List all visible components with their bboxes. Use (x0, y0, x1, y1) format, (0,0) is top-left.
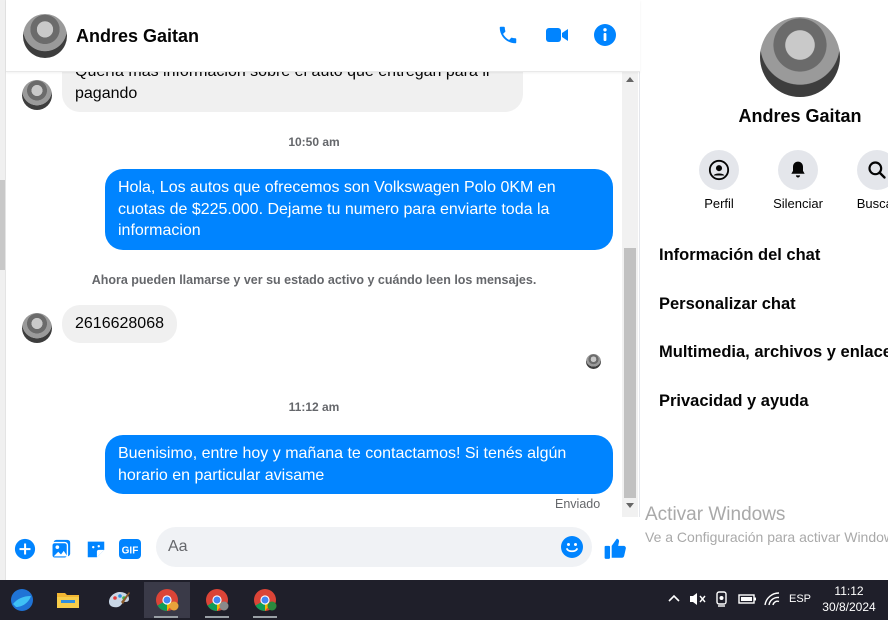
meet-now-icon[interactable] (714, 591, 730, 610)
message-text: 2616628068 (75, 315, 164, 332)
message-text-line: pagando (75, 84, 138, 102)
message-text-line: cuotas de $225.000. Dejame tu numero par… (118, 200, 550, 218)
scroll-up-arrow-icon[interactable] (626, 77, 634, 82)
windows-taskbar: ESP 11:12 30/8/2024 (0, 580, 888, 620)
menu-customize-chat[interactable]: Personalizar chat (659, 295, 796, 314)
activate-windows-watermark: Activar Windows Ve a Configuración para … (645, 504, 888, 545)
video-camera-icon[interactable] (544, 22, 570, 48)
speaker-muted-icon[interactable] (689, 591, 707, 610)
contact-avatar-small[interactable] (22, 80, 52, 110)
search-action[interactable]: Buscar (837, 150, 888, 211)
message-text-line: Buenisimo, entre hoy y mañana te contact… (118, 445, 567, 462)
system-clock[interactable]: 11:12 30/8/2024 (816, 583, 882, 615)
outgoing-message[interactable]: Hola, Los autos que ofrecemos son Volksw… (105, 169, 613, 250)
chat-details-panel: Andres Gaitan Perfil Silenciar Buscar In… (641, 0, 888, 580)
chrome-profile-3-icon[interactable] (243, 582, 287, 618)
seen-avatar (586, 354, 601, 369)
chat-panel: Andres Gaitan Quería más información sob… (6, 0, 640, 580)
outgoing-message[interactable]: Buenisimo, entre hoy y mañana te contact… (105, 435, 613, 494)
profile-name: Andres Gaitan (738, 106, 862, 126)
svg-text:GIF: GIF (122, 546, 139, 557)
plus-icon[interactable] (13, 537, 37, 561)
profile-avatar[interactable] (760, 17, 840, 97)
info-icon[interactable] (592, 22, 618, 48)
message-text-line: Hola, Los autos que ofrecemos son Volksw… (118, 179, 556, 196)
message-input[interactable] (168, 535, 548, 559)
clock-date: 30/8/2024 (822, 600, 876, 614)
bell-icon[interactable] (778, 150, 818, 190)
message-text-line: Quería más información sobre el auto que… (75, 72, 510, 83)
menu-privacy-help[interactable]: Privacidad y ayuda (659, 392, 809, 411)
profile-action[interactable]: Perfil (679, 150, 759, 211)
outer-scrollbar-thumb[interactable] (0, 180, 5, 270)
search-icon[interactable] (857, 150, 888, 190)
chevron-up-icon[interactable] (667, 591, 681, 608)
action-label: Silenciar (773, 196, 823, 211)
photo-icon[interactable] (49, 537, 73, 561)
action-label: Buscar (856, 196, 888, 211)
emoji-icon[interactable] (560, 535, 584, 559)
composer: GIF (6, 517, 640, 580)
incoming-message[interactable]: 2616628068 (62, 305, 177, 343)
scroll-down-arrow-icon[interactable] (626, 503, 634, 508)
gif-icon[interactable]: GIF (118, 537, 142, 561)
thumbs-up-icon[interactable] (602, 534, 630, 562)
contact-avatar-small[interactable] (22, 313, 52, 343)
sticker-icon[interactable] (84, 537, 108, 561)
contact-name[interactable]: Andres Gaitan (76, 26, 199, 47)
scrollbar-thumb[interactable] (624, 248, 636, 498)
language-indicator[interactable]: ESP (789, 593, 811, 605)
chrome-profile-2-icon[interactable] (195, 582, 239, 618)
contact-avatar[interactable] (23, 14, 67, 58)
open-indicator (205, 616, 229, 618)
message-text-line: horario en particular avisame (118, 466, 325, 484)
message-status: Enviado (555, 497, 601, 511)
message-input-container[interactable] (156, 527, 592, 567)
open-indicator (253, 616, 277, 618)
file-explorer-icon[interactable] (46, 582, 90, 618)
incoming-message[interactable]: Quería más información sobre el auto que… (62, 72, 523, 112)
watermark-subtitle: Ve a Configuración para activar Windows. (645, 529, 888, 545)
message-list[interactable]: Quería más información sobre el auto que… (6, 72, 622, 517)
timestamp: 10:50 am (288, 135, 340, 149)
mute-action[interactable]: Silenciar (758, 150, 838, 211)
active-indicator (154, 616, 178, 618)
start-button[interactable] (0, 582, 44, 618)
profile-icon[interactable] (699, 150, 739, 190)
action-label: Perfil (704, 196, 734, 211)
battery-icon[interactable] (738, 592, 758, 609)
wifi-icon[interactable] (763, 591, 781, 610)
paint-app-icon[interactable] (97, 582, 141, 618)
phone-icon[interactable] (495, 22, 521, 48)
system-notice: Ahora pueden llamarse y ver su estado ac… (91, 273, 537, 287)
messenger-window: Andres Gaitan Quería más información sob… (0, 0, 888, 580)
message-scrollbar[interactable] (622, 72, 638, 517)
message-text-line: informacion (118, 222, 201, 239)
clock-time: 11:12 (834, 584, 864, 598)
menu-media-files-links[interactable]: Multimedia, archivos y enlaces (659, 343, 888, 362)
menu-chat-info[interactable]: Información del chat (659, 246, 820, 265)
chat-header: Andres Gaitan (6, 0, 640, 72)
timestamp: 11:12 am (288, 400, 340, 414)
chrome-taskbar-icon[interactable] (144, 582, 190, 618)
watermark-title: Activar Windows (645, 504, 786, 525)
